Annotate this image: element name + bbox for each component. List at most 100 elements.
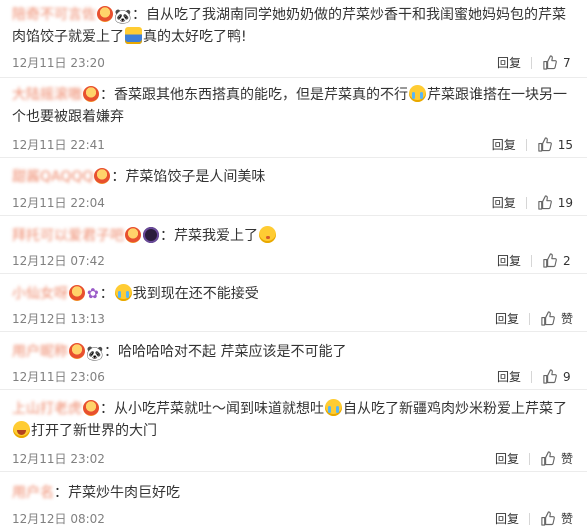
thumbs-up-icon[interactable] <box>542 55 557 70</box>
comment-text: 哈哈哈哈对不起 芹菜应该是不可能了 <box>118 344 347 360</box>
action-divider <box>531 254 532 267</box>
action-divider <box>525 196 527 209</box>
reply-button[interactable]: 回复 <box>495 310 519 327</box>
comment-actions: 回复 9 <box>497 368 573 385</box>
comment-text-continued: 真的太好吃了鸭! <box>143 29 247 45</box>
thumbs-up-icon[interactable] <box>542 369 557 384</box>
like-count[interactable]: 2 <box>563 254 573 268</box>
reply-button[interactable]: 回复 <box>492 136 516 153</box>
comment-timestamp: 12月12日 07:42 <box>12 254 105 268</box>
kiss-emoji-icon <box>259 226 276 243</box>
comment-timestamp: 12月11日 23:02 <box>12 452 105 466</box>
crying-emoji-icon <box>325 399 342 416</box>
comment-item: 大陆摇滚嗷 ：香菜跟其他东西搭真的能吃，但是芹菜真的不行 芹菜跟谁搭在一块另一个也要… <box>0 78 587 158</box>
like-count[interactable]: 15 <box>558 138 573 152</box>
laughing-emoji-icon <box>13 421 30 438</box>
thumbs-up-icon[interactable] <box>537 195 552 210</box>
person-emoji-icon <box>125 27 142 44</box>
vip-badge-icon <box>125 227 141 243</box>
vip-badge-icon <box>69 285 85 301</box>
flower-badge-icon: ✿ <box>87 286 99 302</box>
vip-badge-icon <box>83 86 99 102</box>
like-count[interactable]: 赞 <box>561 450 573 467</box>
comment-actions: 回复 赞 <box>495 510 573 527</box>
comment-text-continued: 打开了新世界的大门 <box>31 423 157 439</box>
comment-username[interactable]: 用户名 <box>12 485 54 501</box>
like-count[interactable]: 9 <box>563 370 573 384</box>
comment-item: 上山打老虎 ：从小吃芹菜就吐～闻到味道就想吐 自从吃了新疆鸡肉炒米粉爱上芹菜了打开了… <box>0 390 587 472</box>
comment-body: 小仙女呀 ✿： 我到现在还不能接受 <box>12 283 573 305</box>
reply-button[interactable]: 回复 <box>492 194 516 211</box>
reply-button[interactable]: 回复 <box>497 368 521 385</box>
comment-timestamp: 12月11日 23:20 <box>12 56 105 70</box>
panda-badge-icon: 🐼 <box>86 346 104 362</box>
vip-badge-icon <box>97 6 113 22</box>
thumbs-up-icon[interactable] <box>540 451 555 466</box>
reply-button[interactable]: 回复 <box>495 450 519 467</box>
comment-body: 用户名：芹菜炒牛肉巨好吃 <box>12 485 180 501</box>
crying-emoji-icon <box>114 284 132 301</box>
comment-actions: 回复 15 <box>492 136 573 153</box>
action-divider <box>528 512 530 525</box>
comment-text: 香菜跟其他东西搭真的能吃，但是芹菜真的不行 <box>114 87 408 103</box>
comment-body: 用户昵称 🐼：哈哈哈哈对不起 芹菜应该是不可能了 <box>12 343 347 362</box>
comment-body: 大陆摇滚嗷 ：香菜跟其他东西搭真的能吃，但是芹菜真的不行 芹菜跟谁搭在一块另一个也要… <box>12 85 567 125</box>
comment-username[interactable]: 上山打老虎 <box>12 401 82 417</box>
like-count[interactable]: 赞 <box>561 510 573 527</box>
thumbs-up-icon[interactable] <box>540 511 555 526</box>
vip-badge-icon <box>83 400 99 416</box>
thumbs-up-icon[interactable] <box>537 137 552 152</box>
action-divider <box>531 56 532 69</box>
reply-button[interactable]: 回复 <box>495 510 519 527</box>
comment-text-continued: 自从吃了新疆鸡肉炒米粉爱 <box>343 401 511 417</box>
level-badge-icon <box>143 227 159 243</box>
reply-button[interactable]: 回复 <box>497 54 521 71</box>
comment-text: 芹菜我爱上了 <box>174 228 258 244</box>
action-divider <box>528 312 530 325</box>
action-divider <box>528 452 530 465</box>
comment-timestamp: 12月11日 22:41 <box>12 138 105 152</box>
comment-actions: 回复 赞 <box>495 450 573 467</box>
crying-emoji-icon <box>409 85 426 102</box>
like-count[interactable]: 7 <box>563 56 573 70</box>
like-count[interactable]: 19 <box>558 196 573 210</box>
comment-text: 芹菜炒牛肉巨好吃 <box>68 485 180 501</box>
comment-text: 从小吃芹菜就吐～闻到味道就想吐 <box>114 401 324 417</box>
comment-body: 拜托可以爱君子吧 ：芹菜我爱上了 <box>12 225 573 247</box>
comment-body: 上山打老虎 ：从小吃芹菜就吐～闻到味道就想吐 自从吃了新疆鸡肉炒米粉爱上芹菜了打开了… <box>12 399 567 439</box>
reply-button[interactable]: 回复 <box>497 252 521 269</box>
comment-text: 芹菜馅饺子是人间美味 <box>125 169 266 185</box>
comment-timestamp: 12月12日 08:02 <box>12 512 105 526</box>
panda-badge-icon: 🐼 <box>114 9 132 25</box>
comment-username[interactable]: 拜托可以爱君子吧 <box>12 228 124 244</box>
comment-body: 陪奇不可言佐 🐼：自从吃了我湖南同学她奶奶做的芹菜炒香干和我闺蜜她妈妈包的芹菜肉馅… <box>12 6 566 45</box>
comment-item: 甜酱QAQQQ ：芹菜馅饺子是人间美味 12月11日 22:04 回复 19 <box>0 158 587 216</box>
comment-body: 甜酱QAQQQ ：芹菜馅饺子是人间美味 <box>12 168 266 185</box>
comment-username[interactable]: 大陆摇滚嗷 <box>12 87 82 103</box>
comment-timestamp: 12月11日 22:04 <box>12 196 105 210</box>
action-divider <box>525 138 527 151</box>
thumbs-up-icon[interactable] <box>542 253 557 268</box>
comment-actions: 回复 2 <box>497 252 573 269</box>
comment-username[interactable]: 甜酱QAQQQ <box>12 169 93 185</box>
comment-item: 小仙女呀 ✿： 我到现在还不能接受 12月12日 13:13 回复 赞 <box>0 274 587 332</box>
comment-timestamp: 12月12日 13:13 <box>12 312 105 326</box>
comment-actions: 回复 7 <box>497 54 573 71</box>
comment-timestamp: 12月11日 23:06 <box>12 370 105 384</box>
comment-item: 用户昵称 🐼：哈哈哈哈对不起 芹菜应该是不可能了 12月11日 23:06 回复 … <box>0 332 587 390</box>
thumbs-up-icon[interactable] <box>540 311 555 326</box>
comment-item: 拜托可以爱君子吧 ：芹菜我爱上了 12月12日 07:42 回复 2 <box>0 216 587 274</box>
comment-item: 用户名：芹菜炒牛肉巨好吃 12月12日 08:02 回复 赞 <box>0 472 587 532</box>
comment-username[interactable]: 陪奇不可言佐 <box>12 7 96 23</box>
comment-actions: 回复 19 <box>492 194 573 211</box>
comment-username[interactable]: 小仙女呀 <box>12 286 68 302</box>
like-count[interactable]: 赞 <box>561 310 573 327</box>
comment-text: 我到现在还不能接受 <box>132 286 259 302</box>
comment-item: 陪奇不可言佐 🐼：自从吃了我湖南同学她奶奶做的芹菜炒香干和我闺蜜她妈妈包的芹菜肉馅… <box>0 0 587 78</box>
vip-badge-icon <box>94 168 111 184</box>
action-divider <box>531 370 532 383</box>
comment-text-continued: 上芹菜了 <box>511 401 567 417</box>
vip-badge-icon <box>69 343 85 359</box>
comment-username[interactable]: 用户昵称 <box>12 344 68 360</box>
comment-actions: 回复 赞 <box>495 310 573 327</box>
